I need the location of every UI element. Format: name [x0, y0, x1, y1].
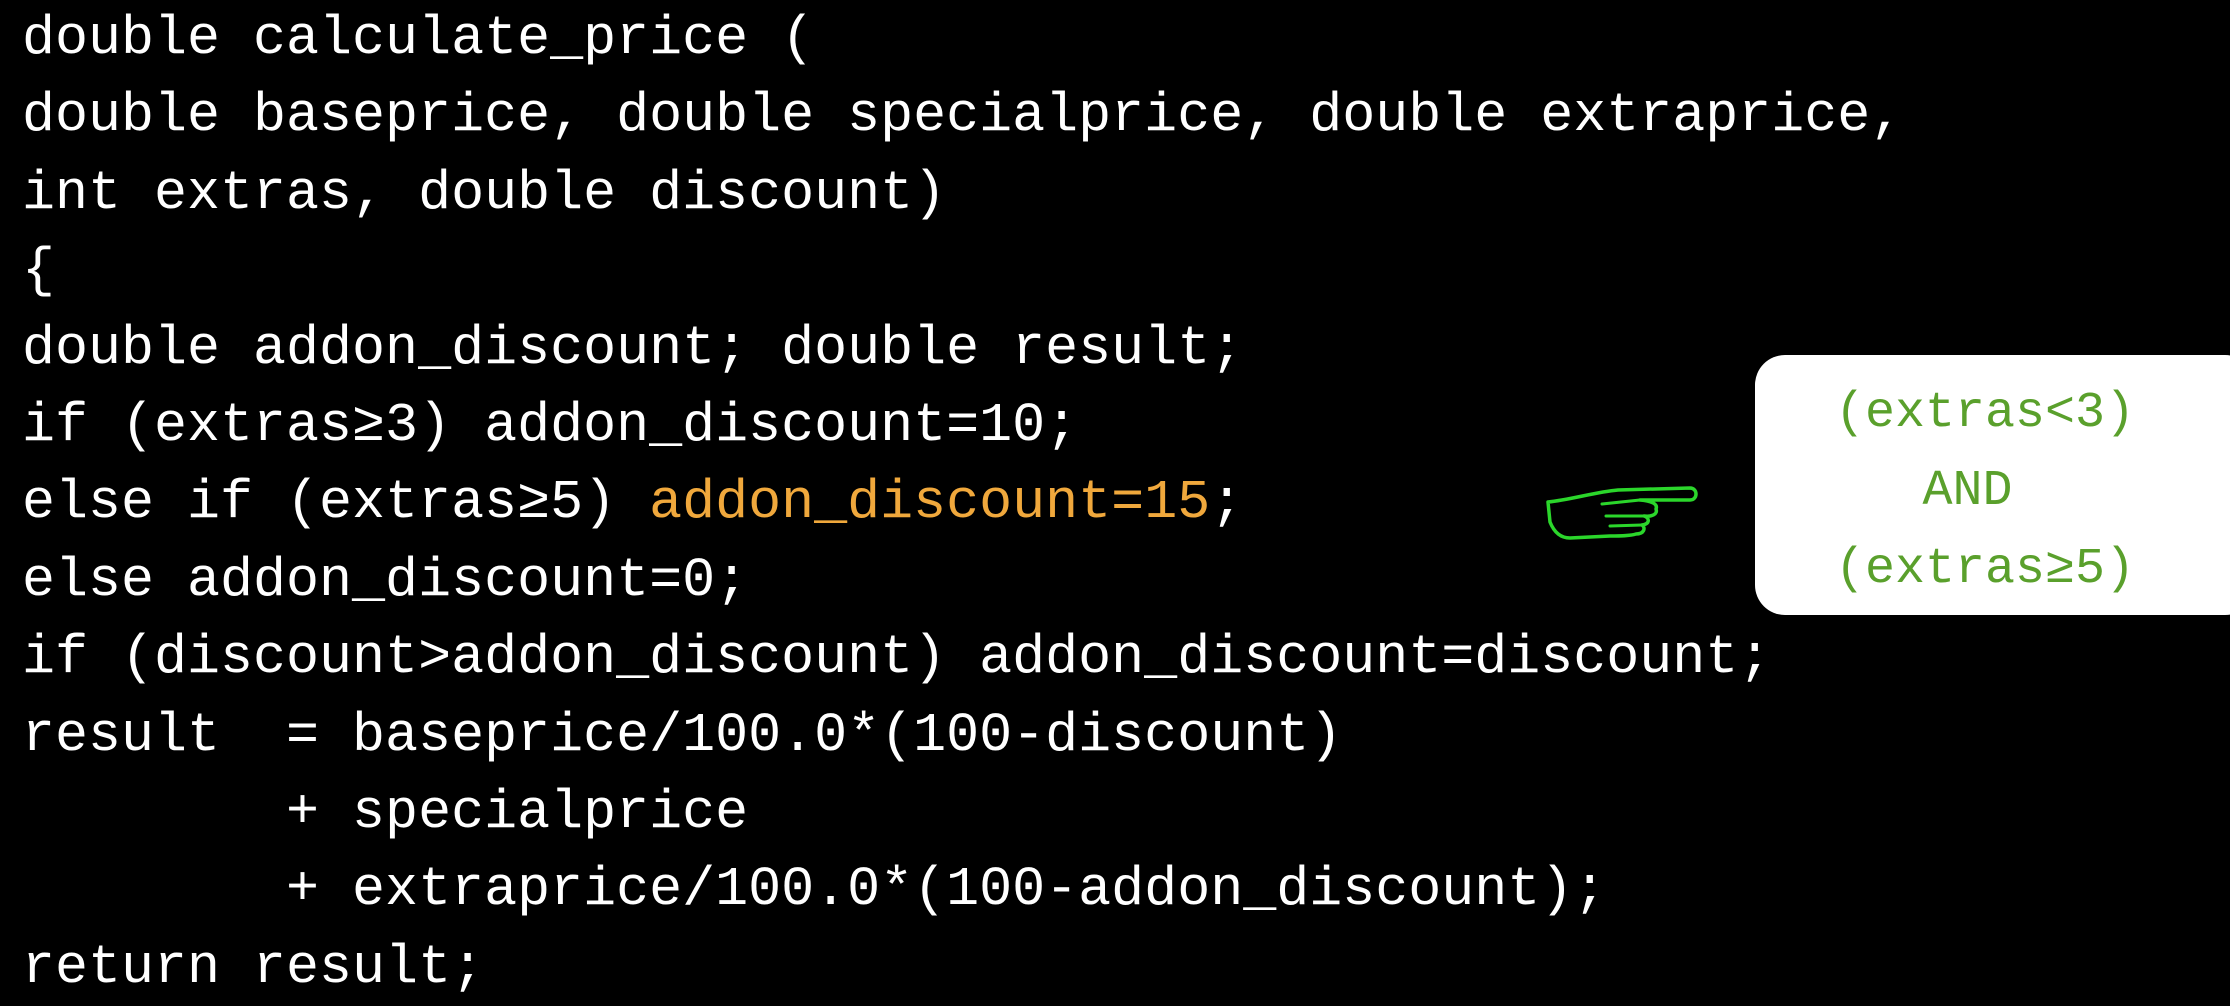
code-text: else if (extras≥5) — [22, 471, 650, 535]
pointing-hand-icon — [1546, 486, 1698, 540]
code-line: return result; — [22, 935, 485, 999]
code-text: ; — [1210, 471, 1244, 535]
callout-line: AND — [1922, 463, 2013, 520]
code-line: double addon_discount; double result; — [22, 316, 1244, 380]
code-line: double calculate_price ( — [22, 7, 815, 70]
condition-callout: (extras<3) AND (extras≥5) — [1755, 355, 2230, 615]
code-line: else addon_discount=0; — [22, 548, 749, 612]
code-line: double baseprice, double specialprice, d… — [22, 84, 1904, 148]
code-line: if (discount>addon_discount) addon_disco… — [22, 626, 1772, 690]
code-line: result = baseprice/100.0*(100-discount) — [22, 703, 1343, 767]
code-line: int extras, double discount) — [22, 161, 947, 225]
code-line: + specialprice — [22, 780, 749, 844]
callout-line: (extras≥5) — [1835, 541, 2136, 598]
callout-line: (extras<3) — [1835, 385, 2136, 442]
code-line: + extraprice/100.0*(100-addon_discount); — [22, 858, 1607, 922]
code-line: if (extras≥3) addon_discount=10; — [22, 393, 1079, 457]
code-line: { — [22, 239, 56, 303]
highlighted-statement: addon_discount=15 — [649, 471, 1211, 535]
